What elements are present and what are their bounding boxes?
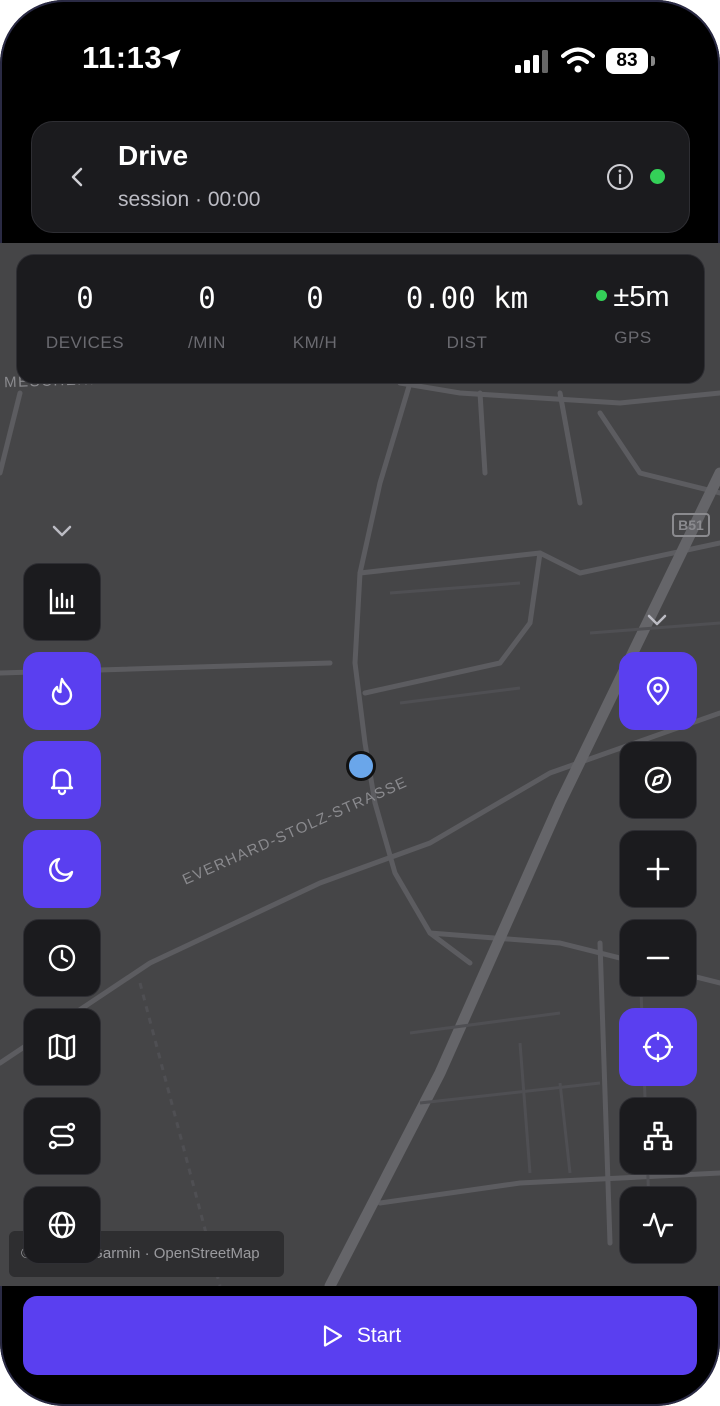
plus-icon [646, 857, 670, 881]
minus-icon [646, 956, 670, 960]
night-mode-button[interactable] [23, 830, 101, 908]
battery-tip [651, 56, 655, 66]
left-toolbar-collapse-chevron-icon[interactable] [47, 516, 77, 546]
stat-speed: 0 KM/H [275, 281, 355, 353]
crosshair-icon [642, 1031, 674, 1063]
map-layers-button[interactable] [23, 1008, 101, 1086]
bar-chart-icon [49, 588, 76, 615]
bell-icon [50, 768, 74, 796]
stat-speed-label: KM/H [292, 333, 338, 352]
wifi-icon [561, 47, 595, 73]
stat-gps: ±5m GPS [583, 281, 683, 348]
pin-button[interactable] [619, 652, 697, 730]
page-title: Drive [118, 140, 189, 171]
road-shield-b51: B51 [672, 513, 710, 537]
stat-distance: 0.00 km DIST [387, 281, 547, 353]
stats-panel: 0 DEVICES 0 /MIN 0 KM/H 0.00 km DIST ±5m… [16, 254, 705, 384]
session-header: Drive session · 00:00 [31, 121, 690, 233]
history-button[interactable] [23, 919, 101, 997]
zoom-out-button[interactable] [619, 919, 697, 997]
stat-devices-label: DEVICES [45, 333, 125, 352]
connection-status-dot [650, 169, 665, 184]
stat-per-minute: 0 /MIN [167, 281, 247, 353]
info-icon[interactable] [605, 162, 635, 192]
zoom-in-button[interactable] [619, 830, 697, 908]
battery-icon: 83 [606, 48, 648, 74]
map-view[interactable]: MESCHENICHER WEG EVERHARD-STOLZ-STRASSE … [0, 243, 720, 1286]
stat-gps-value-wrap: ±5m [583, 281, 683, 314]
map-icon [48, 1033, 76, 1061]
right-toolbar-collapse-chevron-icon[interactable] [642, 605, 672, 635]
heatmap-button[interactable] [23, 652, 101, 730]
route-icon [48, 1122, 76, 1150]
stat-devices: 0 DEVICES [41, 281, 129, 353]
globe-icon [48, 1211, 76, 1239]
status-time: 11:13 [82, 40, 163, 75]
start-button[interactable]: Start [23, 1296, 697, 1375]
phone-frame: 11:13 83 Drive session · 00:00 EVERHARD-… [0, 0, 720, 1406]
clock-icon [48, 944, 76, 972]
stat-distance-value: 0.00 km [405, 281, 529, 315]
map-pin-icon [646, 676, 670, 706]
stat-gps-value: ±5m [613, 281, 670, 313]
stat-per-minute-value: 0 [198, 281, 216, 315]
globe-button[interactable] [23, 1186, 101, 1264]
stat-devices-value: 0 [76, 281, 94, 315]
network-icon [643, 1121, 673, 1151]
start-button-label: Start [356, 1323, 402, 1347]
compass-button[interactable] [619, 741, 697, 819]
recenter-button[interactable] [619, 1008, 697, 1086]
route-button[interactable] [23, 1097, 101, 1175]
compass-icon [644, 766, 672, 794]
back-chevron-icon[interactable] [62, 162, 92, 192]
location-arrow-icon [161, 49, 181, 69]
gps-status-dot [596, 289, 608, 301]
stat-gps-label: GPS [614, 328, 652, 347]
moon-icon [49, 857, 74, 882]
alerts-button[interactable] [23, 741, 101, 819]
network-button[interactable] [619, 1097, 697, 1175]
stat-per-minute-label: /MIN [188, 333, 226, 352]
stat-distance-label: DIST [446, 333, 488, 352]
stat-speed-value: 0 [306, 281, 324, 315]
play-icon [323, 1324, 342, 1347]
session-subtitle: session · 00:00 [118, 188, 261, 211]
status-bar: 11:13 83 [0, 0, 720, 110]
activity-button[interactable] [619, 1186, 697, 1264]
cellular-signal-icon [515, 50, 548, 73]
flame-icon [51, 677, 73, 706]
stats-button[interactable] [23, 563, 101, 641]
user-location-marker [346, 751, 376, 781]
activity-icon [642, 1212, 674, 1238]
